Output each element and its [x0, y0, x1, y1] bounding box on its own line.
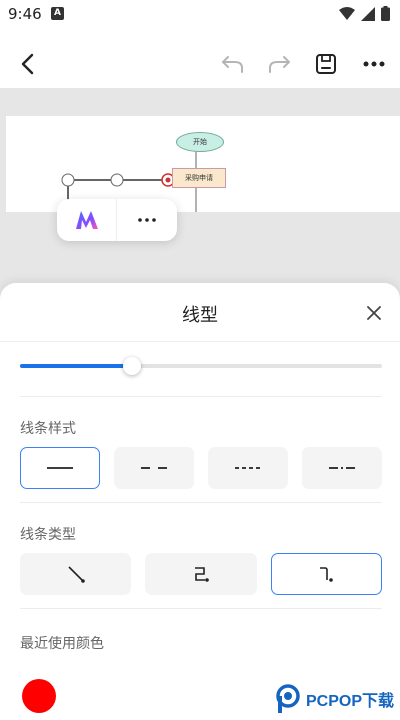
more-button[interactable]	[352, 38, 396, 90]
redo-button[interactable]	[257, 38, 301, 90]
close-icon	[367, 306, 381, 320]
line-style-label: 线条样式	[20, 421, 76, 437]
floating-toolbar	[57, 199, 177, 241]
line-style-dashed[interactable]	[114, 447, 194, 489]
line-type-rounded-elbow[interactable]	[270, 553, 382, 595]
start-node[interactable]: 开始	[176, 132, 224, 152]
status-icons	[339, 6, 390, 21]
app-logo-icon	[75, 211, 98, 229]
recent-colors-label: 最近使用颜色	[20, 636, 104, 652]
straight-connector-icon	[68, 566, 85, 583]
undo-button[interactable]	[211, 38, 255, 90]
line-style-dash-dot[interactable]	[302, 447, 382, 489]
line-type-straight[interactable]	[20, 553, 132, 595]
dotted-line-icon	[235, 467, 261, 469]
save-button[interactable]	[304, 38, 348, 90]
battery-icon	[381, 6, 390, 21]
start-node-label: 开始	[193, 138, 207, 146]
process-node-label: 采购申请	[185, 174, 213, 182]
more-horizontal-icon	[363, 61, 385, 67]
rounded-elbow-connector-icon	[320, 567, 334, 582]
watermark-text: PCPOP下载	[306, 693, 395, 710]
divider	[20, 608, 382, 609]
slider-thumb[interactable]	[123, 357, 142, 375]
line-style-dotted[interactable]	[208, 447, 288, 489]
divider	[0, 341, 400, 342]
line-width-slider[interactable]	[20, 357, 382, 375]
line-style-options	[20, 447, 382, 489]
close-button[interactable]	[362, 301, 386, 325]
slider-fill	[20, 364, 133, 368]
signal-icon	[361, 6, 375, 21]
solid-line-icon	[47, 467, 73, 469]
redo-icon	[269, 56, 290, 73]
line-type-elbow[interactable]	[145, 553, 257, 595]
divider	[20, 396, 382, 397]
sheet-title: 线型	[182, 305, 218, 326]
undo-icon	[222, 56, 243, 73]
save-icon	[316, 54, 336, 74]
elbow-connector-icon	[194, 567, 209, 582]
more-horizontal-icon	[138, 218, 156, 222]
dashed-line-icon	[141, 467, 167, 469]
wifi-icon	[339, 6, 355, 20]
back-button[interactable]	[6, 38, 50, 90]
pcpop-watermark: PCPOP下载	[276, 682, 398, 716]
diagram-page[interactable]: 开始 采购申请	[6, 116, 400, 212]
floating-more-button[interactable]	[117, 199, 177, 241]
status-bar: 9:46 A	[0, 0, 400, 30]
notification-icon: A	[51, 7, 64, 20]
process-node[interactable]: 采购申请	[172, 168, 226, 188]
status-time: 9:46	[8, 5, 42, 23]
line-style-sheet: 线型 线条样式 线条类型 最近使用颜色	[0, 283, 400, 720]
line-style-solid[interactable]	[20, 447, 100, 489]
line-type-options	[20, 553, 382, 595]
editor-toolbar	[0, 38, 400, 90]
divider	[20, 502, 382, 503]
recent-color-swatch[interactable]	[22, 679, 56, 713]
pcpop-logo-icon	[276, 684, 300, 713]
back-arrow-icon	[21, 53, 34, 75]
line-type-label: 线条类型	[20, 527, 76, 543]
style-brush-button[interactable]	[57, 199, 117, 241]
dash-dot-line-icon	[329, 467, 355, 469]
